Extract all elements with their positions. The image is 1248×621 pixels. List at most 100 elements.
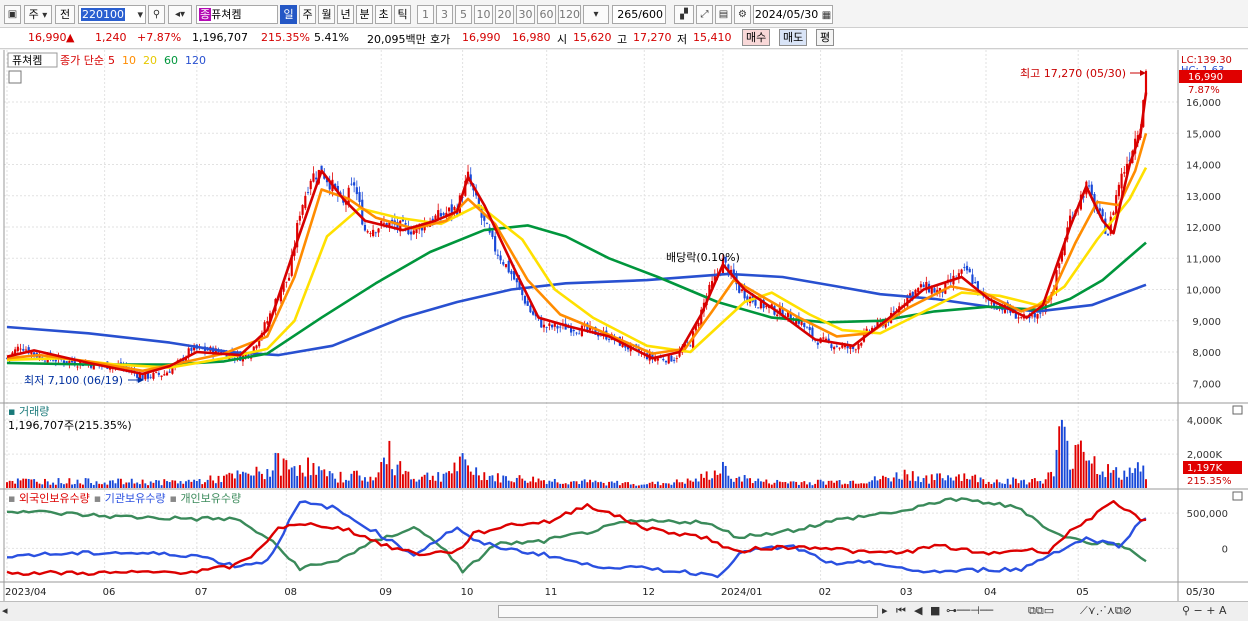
prev-button[interactable]: 전 bbox=[55, 5, 75, 24]
interval-10[interactable]: 10 bbox=[474, 5, 493, 24]
stock-name-field[interactable]: 종퓨쳐켐 bbox=[196, 5, 278, 24]
volume-bar bbox=[689, 480, 692, 488]
volume-bar bbox=[502, 475, 505, 488]
period-month[interactable]: 월 bbox=[318, 5, 335, 24]
interval-20[interactable]: 20 bbox=[495, 5, 514, 24]
prev-page-icon[interactable]: ◀ bbox=[914, 604, 922, 617]
volume-bar bbox=[841, 484, 844, 488]
period-year[interactable]: 년 bbox=[337, 5, 354, 24]
drawing-tools-icon[interactable]: ⟋⋎⋰⋏⧉⊘ bbox=[1080, 604, 1132, 618]
search-icon[interactable]: ⚲ bbox=[148, 5, 165, 24]
date-field[interactable]: 2024/05/30 ▦ bbox=[753, 5, 833, 24]
window-layout-icon[interactable]: ⧉⧉▭ bbox=[1028, 604, 1054, 618]
interval-3[interactable]: 3 bbox=[436, 5, 453, 24]
volume-bar bbox=[480, 480, 483, 488]
volume-bar bbox=[591, 482, 594, 488]
volume-bar bbox=[255, 466, 258, 488]
scroll-right-icon[interactable]: ▸ bbox=[882, 604, 888, 617]
volume-bar bbox=[364, 477, 366, 488]
speaker-icon[interactable]: ◂▾ bbox=[168, 5, 192, 24]
volume-bar bbox=[315, 474, 318, 488]
volume-bar bbox=[567, 484, 570, 488]
period-second[interactable]: 초 bbox=[375, 5, 392, 24]
interval-5[interactable]: 5 bbox=[455, 5, 472, 24]
volume-bar bbox=[84, 478, 87, 488]
volume-bar bbox=[1117, 477, 1120, 488]
candle-body bbox=[24, 349, 28, 351]
volume-bar bbox=[312, 463, 315, 488]
quote-bar: 16,990 ▲ 1,240 +7.87% 1,196,707 215.35% … bbox=[0, 28, 1248, 49]
search-zoom-icon[interactable]: ⚲ − + A bbox=[1182, 604, 1227, 617]
candle-body bbox=[353, 182, 356, 186]
candle-body bbox=[160, 375, 163, 377]
stop-icon[interactable]: ■ bbox=[930, 604, 940, 617]
volume-ratio: 215.35% bbox=[261, 31, 310, 44]
interval-1[interactable]: 1 bbox=[417, 5, 434, 24]
scroll-bar[interactable]: ◂ ▸ ⏮ ◀ ■ ⊶──⊣── ⧉⧉▭ ⟋⋎⋰⋏⧉⊘ ⚲ − + A bbox=[0, 601, 1248, 621]
volume-panel-close-icon[interactable] bbox=[1232, 405, 1243, 415]
volume-bar bbox=[54, 484, 57, 488]
chart-type-icon[interactable]: ▞ bbox=[674, 5, 694, 24]
candle-body bbox=[404, 223, 407, 225]
sell-button[interactable]: 매도 bbox=[779, 29, 808, 46]
volume-bar bbox=[81, 484, 84, 488]
period-minute[interactable]: 분 bbox=[356, 5, 373, 24]
volume-bar bbox=[551, 481, 554, 488]
volume-bar bbox=[1120, 479, 1123, 488]
period-tick[interactable]: 틱 bbox=[394, 5, 411, 24]
zoom-slider-icon[interactable]: ⊶──⊣── bbox=[946, 604, 993, 617]
buy-button[interactable]: 매수 bbox=[742, 29, 771, 46]
holdings-bullet-inst: ▪ bbox=[94, 492, 105, 505]
count-field[interactable]: 265/600 bbox=[612, 5, 666, 24]
candle-body bbox=[165, 372, 169, 376]
volume-bar bbox=[792, 481, 795, 488]
volume-bar bbox=[898, 478, 901, 488]
volume-bar bbox=[499, 482, 502, 488]
holdings-panel-close-icon[interactable] bbox=[1232, 491, 1243, 501]
volume-bar bbox=[681, 482, 684, 488]
volume-bar bbox=[944, 480, 947, 488]
save-icon[interactable]: ▤ bbox=[715, 5, 732, 24]
type-select[interactable]: 주 ▾ bbox=[24, 5, 52, 24]
eval-button[interactable]: 평 bbox=[816, 29, 835, 46]
window-icon[interactable]: ▣ bbox=[4, 5, 21, 24]
volume-bar bbox=[168, 482, 171, 488]
candle-body bbox=[607, 338, 611, 340]
volume-bar bbox=[1006, 478, 1009, 488]
first-page-icon[interactable]: ⏮ bbox=[896, 604, 906, 618]
candle-body bbox=[965, 265, 969, 271]
candle-body bbox=[507, 261, 510, 273]
volume-bar bbox=[396, 464, 399, 488]
interval-30[interactable]: 30 bbox=[516, 5, 535, 24]
volume-bar bbox=[686, 478, 689, 488]
line-tool-icon[interactable]: ⤢ bbox=[696, 5, 713, 24]
legend-ma-20: 20 bbox=[143, 54, 157, 67]
gear-icon[interactable]: ⚙ bbox=[734, 5, 751, 24]
scroll-thumb[interactable] bbox=[498, 605, 878, 618]
volume-bar bbox=[784, 481, 787, 488]
volume-bar bbox=[974, 474, 977, 488]
volume-bar bbox=[629, 484, 632, 488]
volume-bar bbox=[781, 482, 784, 488]
code-input[interactable]: 220100 ▾ bbox=[78, 5, 146, 24]
period-week[interactable]: 주 bbox=[299, 5, 316, 24]
volume-bar bbox=[109, 480, 112, 488]
interval-60[interactable]: 60 bbox=[537, 5, 556, 24]
scroll-left-icon[interactable]: ◂ bbox=[2, 604, 8, 617]
interval-120[interactable]: 120 bbox=[558, 5, 581, 24]
period-day[interactable]: 일 bbox=[280, 5, 297, 24]
stock-chart[interactable]: 7,000 8,000 9,000 10,000 11,000 12,000 13,000 1… bbox=[0, 50, 1248, 601]
low-annotation: 최저 7,100 (06/19) bbox=[24, 374, 123, 387]
volume-bar bbox=[19, 480, 22, 488]
candle-body bbox=[1106, 234, 1110, 236]
volume-bar bbox=[646, 484, 648, 488]
candle-body bbox=[266, 321, 269, 324]
volume-bar bbox=[613, 482, 616, 488]
volume-bar bbox=[423, 474, 426, 488]
grid-toggle-icon[interactable] bbox=[8, 70, 22, 84]
interval-dropdown-icon[interactable]: ▾ bbox=[583, 5, 609, 24]
candle-body bbox=[496, 254, 499, 256]
volume-bar bbox=[543, 480, 545, 488]
volume-bar bbox=[727, 475, 730, 488]
volume-bar bbox=[684, 483, 686, 488]
